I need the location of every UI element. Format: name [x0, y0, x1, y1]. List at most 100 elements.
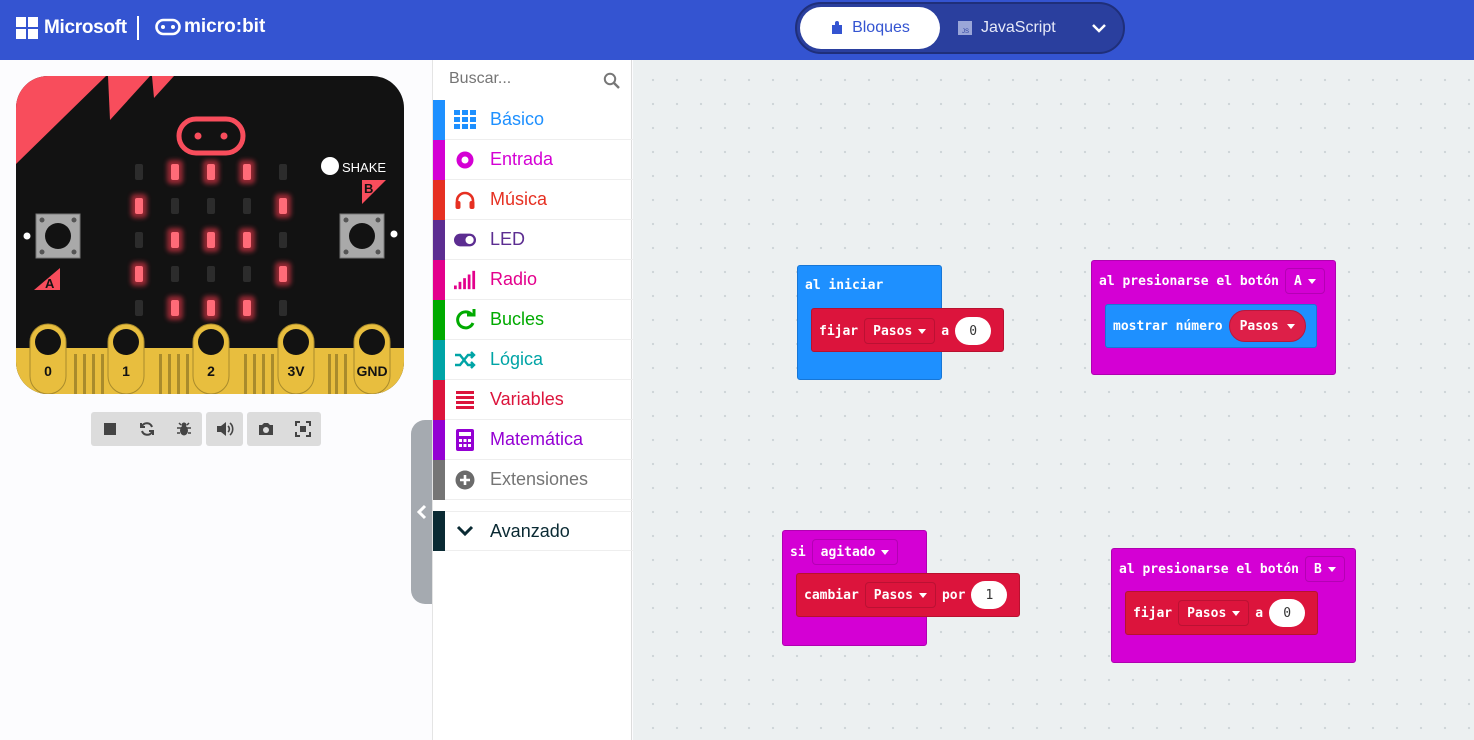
plus-circle-icon	[454, 469, 476, 491]
list-icon	[454, 389, 476, 411]
category-basico[interactable]: Básico	[433, 99, 633, 140]
led-on	[135, 266, 143, 282]
search-input[interactable]	[449, 70, 599, 88]
category-extensiones[interactable]: Extensiones	[433, 459, 633, 500]
stop-icon	[103, 423, 116, 435]
debug-icon	[176, 422, 191, 436]
led-off	[171, 198, 179, 214]
led-off	[279, 300, 287, 316]
category-label: Variables	[490, 389, 564, 409]
stop-button[interactable]	[91, 412, 128, 446]
led-on	[171, 232, 179, 248]
category-label: Bucles	[490, 309, 545, 329]
editor-menu-dropdown[interactable]	[1085, 14, 1113, 42]
variable-dropdown[interactable]: Pasos	[1178, 600, 1250, 626]
signal-icon	[454, 269, 476, 291]
brand-name: Microsoft	[44, 17, 127, 38]
button-b-label: B	[364, 181, 373, 196]
led-off	[207, 198, 215, 214]
on-start-label: al iniciar	[805, 278, 884, 293]
on-start-block[interactable]: al iniciar fijar Pasos a 0	[797, 265, 1004, 380]
fullscreen-button[interactable]	[284, 412, 321, 446]
category-label: Lógica	[490, 349, 544, 369]
target-icon	[454, 149, 476, 171]
pin-gnd-label: GND	[356, 363, 387, 379]
refresh-icon	[454, 308, 476, 331]
simulator-panel: SHAKE A B 0 1 2 3V GND	[0, 60, 432, 740]
pin-2-label: 2	[207, 363, 215, 379]
button-a-label: A	[45, 276, 55, 291]
led-off	[207, 266, 215, 282]
on-gesture-block[interactable]: si agitado cambiar Pasos por 1	[782, 530, 1020, 646]
blocks-workspace[interactable]: al iniciar fijar Pasos a 0 al presionars…	[633, 60, 1474, 740]
set-label: fijar	[819, 323, 859, 339]
to-label: a	[1255, 605, 1264, 621]
number-input[interactable]: 1	[971, 581, 1008, 609]
on-button-a-block[interactable]: al presionarse el botón A mostrar número…	[1091, 260, 1336, 375]
collapse-simulator-tab[interactable]	[411, 420, 432, 604]
category-variables[interactable]: Variables	[433, 379, 633, 420]
category-led[interactable]: LED	[433, 219, 633, 260]
screenshot-button[interactable]	[247, 412, 284, 446]
led-on	[243, 300, 251, 316]
shake-button[interactable]	[321, 157, 339, 175]
search-icon[interactable]	[603, 72, 621, 90]
microsoft-logo-icon	[16, 17, 38, 39]
microbit-board[interactable]: SHAKE A B 0 1 2 3V GND	[16, 76, 404, 394]
variable-dropdown[interactable]: Pasos	[864, 318, 936, 344]
number-input[interactable]: 0	[955, 317, 992, 345]
gesture-dropdown[interactable]: agitado	[811, 539, 899, 565]
category-label: Extensiones	[490, 469, 589, 489]
led-on	[207, 232, 215, 248]
led-off	[135, 164, 143, 180]
variable-reporter[interactable]: Pasos	[1228, 310, 1306, 342]
on-button-label: al presionarse el botón	[1099, 273, 1280, 289]
toolbox: Básico Entrada Música LED Radio Buc	[432, 60, 633, 740]
category-matematica[interactable]: Matemática	[433, 419, 633, 460]
button-a[interactable]	[35, 213, 81, 259]
debug-button[interactable]	[165, 412, 202, 446]
sound-icon	[216, 422, 234, 436]
category-radio[interactable]: Radio	[433, 259, 633, 300]
top-bar: Microsoft micro:bit Bloques JS JavaScrip…	[0, 0, 1474, 60]
led-on	[135, 198, 143, 214]
microbit-logo-icon	[155, 18, 181, 36]
on-button-b-block[interactable]: al presionarse el botón B fijar Pasos a …	[1111, 548, 1356, 663]
category-bucles[interactable]: Bucles	[433, 299, 633, 340]
svg-text:JS: JS	[962, 29, 969, 35]
restart-icon	[139, 422, 154, 436]
led-off	[171, 266, 179, 282]
to-label: a	[941, 323, 950, 339]
category-label: LED	[490, 229, 526, 249]
editor-mode-switch: Bloques JS JavaScript	[795, 2, 1125, 54]
category-logica[interactable]: Lógica	[433, 339, 633, 380]
puzzle-icon	[832, 21, 843, 34]
led-on	[171, 164, 179, 180]
category-musica[interactable]: Música	[433, 179, 633, 220]
category-avanzado[interactable]: Avanzado	[433, 511, 633, 551]
led-off	[243, 198, 251, 214]
button-b[interactable]	[339, 213, 385, 259]
button-dropdown[interactable]: B	[1305, 556, 1345, 582]
restart-button[interactable]	[128, 412, 165, 446]
category-entrada[interactable]: Entrada	[433, 139, 633, 180]
microbit-logo[interactable]: micro:bit	[155, 16, 265, 38]
show-number-label: mostrar número	[1113, 318, 1223, 334]
variable-dropdown[interactable]: Pasos	[864, 582, 936, 608]
led-on	[243, 164, 251, 180]
number-input[interactable]: 0	[1269, 599, 1306, 627]
led-on	[279, 266, 287, 282]
shuffle-icon	[454, 349, 476, 371]
chevron-left-icon	[416, 504, 426, 520]
js-file-icon: JS	[958, 21, 972, 35]
sound-button[interactable]	[206, 412, 243, 446]
product-name: micro:bit	[184, 16, 266, 37]
shake-label: SHAKE	[342, 160, 386, 175]
led-off	[279, 164, 287, 180]
tab-blocks[interactable]: Bloques	[800, 7, 940, 49]
button-dropdown[interactable]: A	[1285, 268, 1325, 294]
tab-javascript[interactable]: JS JavaScript	[957, 7, 1077, 49]
tab-blocks-label: Bloques	[852, 19, 910, 36]
category-label: Entrada	[490, 149, 554, 169]
microsoft-logo[interactable]: Microsoft	[16, 17, 127, 39]
